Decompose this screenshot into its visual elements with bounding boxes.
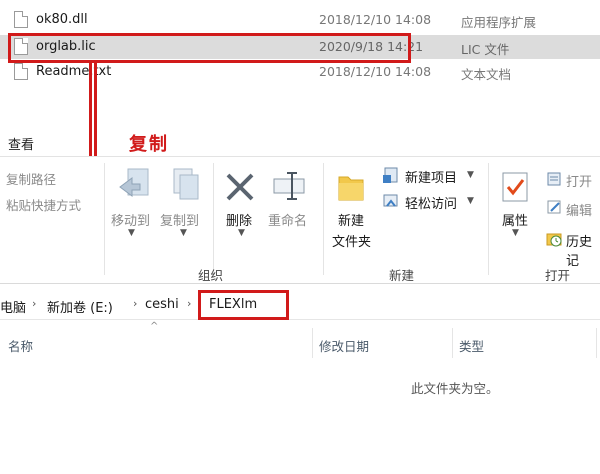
column-type[interactable]: 类型 <box>459 336 484 355</box>
new-item-icon <box>383 167 398 183</box>
file-type: LIC 文件 <box>461 42 510 57</box>
properties-button[interactable]: 属性 <box>502 210 528 229</box>
column-header: ^ 名称 修改日期 类型 <box>0 321 600 358</box>
highlight-box-file <box>8 33 411 63</box>
txt-file-icon <box>14 63 28 80</box>
file-type: 应用程序扩展 <box>461 15 537 30</box>
new-folder-icon <box>338 176 364 201</box>
move-to-dropdown-icon[interactable]: ▼ <box>128 228 135 238</box>
ribbon: 复制路径 粘贴快捷方式 移动到 ▼ 复制到 ▼ 删除 ▼ 重命名 新建 文件夹 <box>0 156 600 284</box>
history-button[interactable]: 历史记 <box>566 231 600 269</box>
column-divider[interactable] <box>596 328 597 358</box>
empty-folder-message: 此文件夹为空。 <box>411 381 499 396</box>
ribbon-separator <box>213 163 214 275</box>
delete-dropdown-icon[interactable]: ▼ <box>238 228 245 238</box>
copy-path-button[interactable]: 复制路径 <box>6 169 56 188</box>
edit-icon <box>547 200 561 214</box>
highlight-box-folder <box>198 290 289 320</box>
file-name: Readme.txt <box>36 64 112 79</box>
open-icon <box>547 172 561 186</box>
file-name: ok80.dll <box>36 12 88 27</box>
delete-x-icon <box>226 173 254 201</box>
paste-shortcut-button[interactable]: 粘贴快捷方式 <box>6 195 81 214</box>
file-date: 2018/12/10 14:08 <box>319 64 432 79</box>
file-date: 2018/12/10 14:08 <box>319 12 432 27</box>
dll-file-icon <box>14 11 28 28</box>
properties-dropdown-icon[interactable]: ▼ <box>512 228 519 238</box>
copy-to-icon <box>173 168 199 200</box>
history-icon <box>546 233 562 247</box>
column-modified-date[interactable]: 修改日期 <box>319 336 369 355</box>
edit-button[interactable]: 编辑 <box>566 200 592 219</box>
new-folder-button-line2[interactable]: 文件夹 <box>332 231 371 250</box>
move-to-button[interactable]: 移动到 <box>111 210 150 229</box>
address-bar[interactable]: 电脑 › 新加卷 (E:) › ceshi › FLEXlm <box>0 290 600 320</box>
delete-button[interactable]: 删除 <box>226 210 252 229</box>
file-row-ok80[interactable]: ok80.dll 2018/12/10 14:08 应用程序扩展 <box>0 8 600 32</box>
breadcrumb-chevron-icon[interactable]: › <box>32 297 36 310</box>
ribbon-separator <box>104 163 105 275</box>
new-folder-button-line1[interactable]: 新建 <box>338 210 364 229</box>
ribbon-separator <box>488 163 489 275</box>
breadcrumb-folder-ceshi[interactable]: ceshi <box>145 297 179 312</box>
breadcrumb-chevron-icon[interactable]: › <box>187 297 191 310</box>
new-item-dropdown-icon[interactable]: ▼ <box>467 170 474 180</box>
sort-up-icon: ^ <box>150 321 159 332</box>
breadcrumb-chevron-icon[interactable]: › <box>133 297 137 310</box>
copy-to-dropdown-icon[interactable]: ▼ <box>180 228 187 238</box>
copy-annotation-label: 复制 <box>129 134 169 155</box>
easy-access-dropdown-icon[interactable]: ▼ <box>467 196 474 206</box>
tab-view[interactable]: 查看 <box>8 134 34 153</box>
easy-access-button[interactable]: 轻松访问 <box>405 193 457 212</box>
column-divider[interactable] <box>452 328 453 358</box>
move-to-icon <box>119 168 149 197</box>
rename-icon <box>273 172 305 200</box>
ribbon-separator <box>323 163 324 275</box>
new-item-button[interactable]: 新建项目 <box>405 167 457 186</box>
group-label-new: 新建 <box>389 268 415 283</box>
breadcrumb-this-pc[interactable]: 电脑 <box>0 297 26 316</box>
column-divider[interactable] <box>312 328 313 358</box>
easy-access-icon <box>383 194 398 207</box>
breadcrumb-drive[interactable]: 新加卷 (E:) <box>47 297 113 316</box>
group-label-open: 打开 <box>545 268 571 283</box>
open-button[interactable]: 打开 <box>566 171 592 190</box>
group-label-organize: 组织 <box>198 268 224 283</box>
rename-button[interactable]: 重命名 <box>268 210 307 229</box>
copy-to-button[interactable]: 复制到 <box>160 210 199 229</box>
properties-icon <box>502 172 528 202</box>
file-type: 文本文档 <box>461 67 512 82</box>
column-name[interactable]: 名称 <box>8 336 33 355</box>
